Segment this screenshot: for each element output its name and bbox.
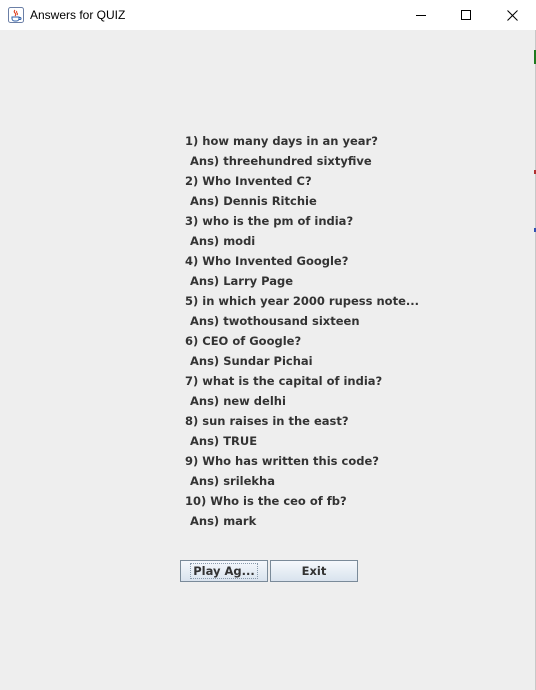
- minimize-icon: [416, 15, 426, 16]
- question-label: 9) Who has written this code?: [185, 454, 379, 468]
- quiz-answers-window: Answers for QUIZ 1) how many days in an …: [0, 0, 536, 690]
- answer-label: Ans) new delhi: [190, 394, 286, 408]
- window-title: Answers for QUIZ: [30, 8, 126, 22]
- question-label: 10) Who is the ceo of fb?: [185, 494, 347, 508]
- question-label: 4) Who Invented Google?: [185, 254, 349, 268]
- maximize-icon: [461, 10, 471, 20]
- content-panel: 1) how many days in an year? Ans) threehu…: [0, 30, 536, 690]
- answer-label: Ans) modi: [190, 234, 256, 248]
- question-label: 8) sun raises in the east?: [185, 414, 349, 428]
- question-label: 2) Who Invented C?: [185, 174, 312, 188]
- question-label: 3) who is the pm of india?: [185, 214, 354, 228]
- answer-label: Ans) Sundar Pichai: [190, 354, 313, 368]
- question-label: 6) CEO of Google?: [185, 334, 302, 348]
- title-bar[interactable]: Answers for QUIZ: [0, 0, 536, 30]
- play-again-label: Play Ag...: [190, 563, 258, 579]
- java-app-icon: [8, 7, 24, 23]
- question-label: 1) how many days in an year?: [185, 134, 378, 148]
- answer-label: Ans) Larry Page: [190, 274, 294, 288]
- answer-label: Ans) threehundred sixtyfive: [190, 154, 372, 168]
- answer-label: Ans) twothousand sixteen: [190, 314, 360, 328]
- question-label: 5) in which year 2000 rupess note...: [185, 294, 419, 308]
- answer-label: Ans) TRUE: [190, 434, 258, 448]
- answer-label: Ans) srilekha: [190, 474, 275, 488]
- play-again-button[interactable]: Play Ag...: [180, 560, 268, 582]
- answer-label: Ans) Dennis Ritchie: [190, 194, 317, 208]
- maximize-button[interactable]: [443, 0, 489, 30]
- close-button[interactable]: [489, 0, 535, 30]
- minimize-button[interactable]: [398, 0, 444, 30]
- exit-button[interactable]: Exit: [270, 560, 358, 582]
- answer-label: Ans) mark: [190, 514, 257, 528]
- answers-list: 1) how many days in an year? Ans) threehu…: [185, 131, 419, 531]
- question-label: 7) what is the capital of india?: [185, 374, 383, 388]
- close-icon: [506, 9, 518, 21]
